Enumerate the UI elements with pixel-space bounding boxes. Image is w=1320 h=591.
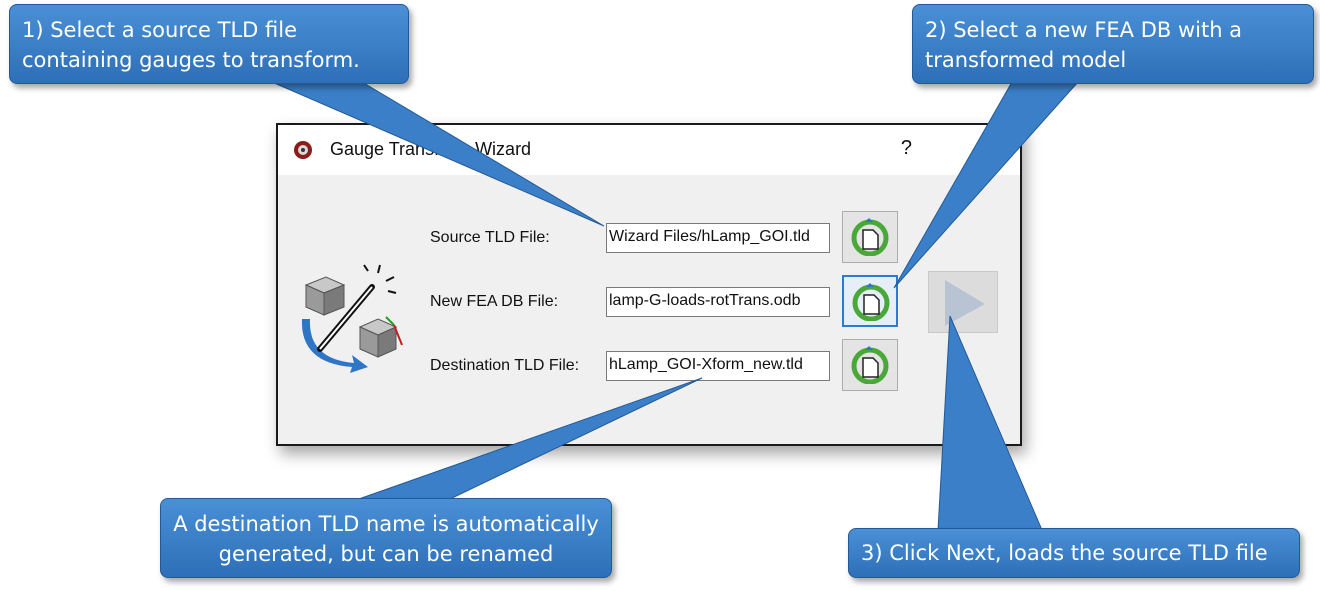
window-title: Gauge Transform Wizard — [330, 139, 532, 159]
destination-tld-label: Destination TLD File: — [430, 357, 580, 374]
callout-step3: 3) Click Next, loads the source TLD file — [848, 528, 1300, 578]
new-fea-db-browse-button[interactable] — [842, 275, 898, 327]
callout-step2: 2) Select a new FEA DB with a transforme… — [912, 4, 1314, 84]
destination-tld-browse-button[interactable] — [842, 339, 898, 391]
file-browse-icon — [851, 346, 889, 384]
source-tld-label: Source TLD File: — [430, 229, 550, 246]
file-browse-icon — [852, 283, 890, 321]
callout-destination: A destination TLD name is automatically … — [160, 498, 612, 578]
gauge-transform-wizard-dialog: Gauge Transform Wizard ? Source TLD File… — [276, 123, 1022, 446]
source-tld-field[interactable]: Wizard Files/hLamp_GOI.tld — [606, 223, 830, 253]
new-fea-db-label: New FEA DB File: — [430, 293, 559, 310]
wizard-icon — [301, 264, 403, 373]
callout-step1: 1) Select a source TLD file containing g… — [9, 4, 409, 84]
app-icon — [294, 141, 312, 159]
destination-tld-field[interactable]: hLamp_GOI-Xform_new.tld — [606, 351, 830, 381]
source-tld-browse-button[interactable] — [842, 211, 898, 263]
help-button[interactable]: ? — [901, 137, 912, 160]
file-browse-icon — [851, 218, 889, 256]
play-arrow-icon — [945, 280, 985, 326]
new-fea-db-field[interactable]: lamp-G-loads-rotTrans.odb — [606, 287, 830, 317]
next-button[interactable] — [928, 271, 998, 333]
title-bar[interactable]: Gauge Transform Wizard ? — [278, 125, 1020, 175]
